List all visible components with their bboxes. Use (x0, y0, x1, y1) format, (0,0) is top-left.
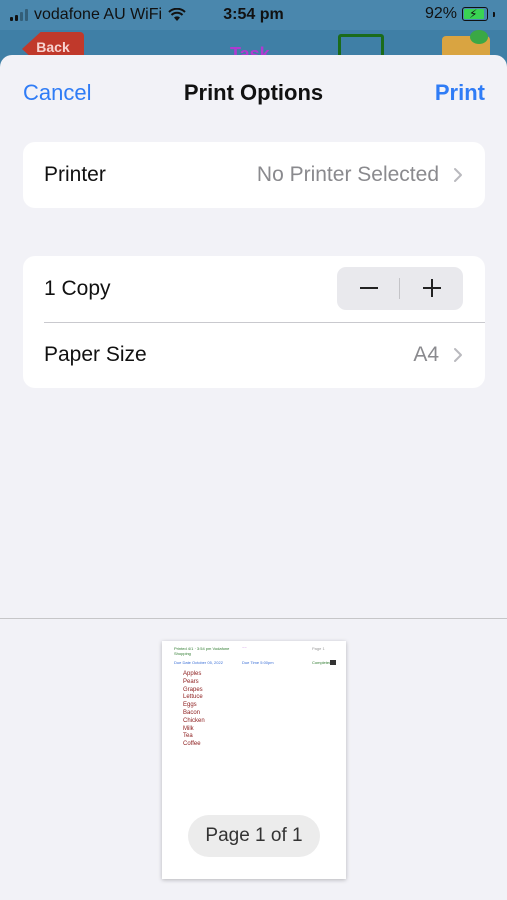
paper-size-row[interactable]: Paper Size A4 (23, 322, 485, 388)
signal-icon (10, 9, 28, 21)
preview-list-item: Milk (183, 725, 194, 732)
status-right: 92% ⚡ (425, 5, 495, 23)
preview-due-time: Due Time 5:00pm (242, 660, 274, 665)
status-bar: vodafone AU WiFi 3:54 pm 92% ⚡ (0, 0, 507, 30)
preview-due-date: Due Date October 05, 2022 (174, 660, 223, 665)
chevron-right-icon (454, 348, 462, 362)
chevron-right-icon (454, 168, 462, 182)
paper-size-label: Paper Size (44, 343, 147, 366)
preview-list-item: Pears (183, 678, 199, 685)
status-left: vodafone AU WiFi (10, 6, 186, 24)
preview-list-item: Apples (183, 671, 202, 677)
copies-label: 1 Copy (44, 277, 111, 300)
decrement-button[interactable] (337, 267, 400, 310)
preview-list-item: Bacon (183, 709, 201, 716)
preview-list-item: Lettuce (183, 694, 203, 701)
copies-row: 1 Copy (23, 256, 485, 323)
carrier-label: vodafone AU WiFi (34, 6, 163, 23)
copies-stepper[interactable] (337, 267, 463, 310)
minus-icon (360, 287, 378, 289)
preview-list-item: Tea (183, 733, 193, 740)
preview-list-item: Eggs (183, 702, 197, 709)
print-button[interactable]: Print (435, 80, 485, 106)
printer-value: No Printer Selected (256, 163, 439, 186)
preview-list-item: Chicken (183, 717, 205, 724)
printer-label: Printer (44, 163, 106, 186)
paper-size-value: A4 (413, 343, 439, 366)
battery-icon: ⚡ (462, 7, 488, 21)
checkbox-icon (330, 660, 336, 665)
printer-card: Printer No Printer Selected (23, 142, 485, 208)
preview-list-item: Coffee (183, 741, 201, 748)
printer-row[interactable]: Printer No Printer Selected (23, 142, 485, 208)
wifi-icon (168, 8, 186, 21)
increment-button[interactable] (400, 267, 463, 310)
options-card: 1 Copy Paper Size A4 (23, 256, 485, 388)
preview-list-item: Grapes (183, 686, 203, 693)
preview-signature: ~~ (242, 645, 247, 650)
preview-item-list: Apples Pears Grapes Lettuce Eggs Bacon Chicken… (183, 671, 205, 749)
battery-percent: 92% (424, 5, 457, 22)
print-preview-area: Printed 4/1 · 3:54 pm Vodafone Shopping … (0, 618, 507, 900)
preview-completed: Completed (312, 660, 332, 665)
nav-bar: Cancel Print Options Print (0, 55, 507, 130)
page-preview-thumbnail[interactable]: Printed 4/1 · 3:54 pm Vodafone Shopping … (162, 641, 346, 879)
cancel-button[interactable]: Cancel (23, 80, 91, 106)
preview-list-name: Shopping (174, 651, 191, 656)
page-indicator: Page 1 of 1 (188, 815, 320, 857)
charging-icon: ⚡ (469, 7, 478, 21)
battery-cap (493, 11, 495, 17)
preview-page-number: Page 1 (312, 646, 325, 651)
print-options-sheet: Cancel Print Options Print Printer No Pr… (0, 55, 507, 900)
